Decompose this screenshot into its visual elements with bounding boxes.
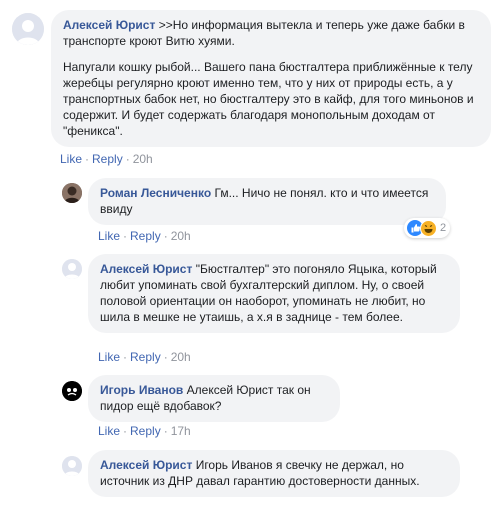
comment-actions: Like · Reply · 17h xyxy=(98,424,191,438)
reply-link[interactable]: Reply xyxy=(130,350,161,364)
comment-author[interactable]: Игорь Иванов xyxy=(100,383,183,397)
comment-bubble: Роман Лесниченко Гм... Ничо не понял. кт… xyxy=(88,178,446,225)
timestamp[interactable]: 20h xyxy=(171,350,191,364)
reactions-badge[interactable]: 2 xyxy=(404,218,451,238)
comment-text: Алексей Юрист Игорь Иванов я свечку не д… xyxy=(100,458,420,488)
comment-text: Алексей Юрист "Бюстгалтер" это погоняло … xyxy=(100,262,437,324)
reaction-count: 2 xyxy=(440,222,447,234)
comment-author[interactable]: Алексей Юрист xyxy=(100,262,192,276)
like-link[interactable]: Like xyxy=(60,152,82,166)
reply-link[interactable]: Reply xyxy=(130,424,161,438)
comment-actions: Like · Reply · 20h xyxy=(60,152,153,166)
default-avatar-icon xyxy=(12,13,44,45)
profile-photo-icon xyxy=(62,183,82,203)
reply-link[interactable]: Reply xyxy=(130,229,161,243)
comment-author[interactable]: Алексей Юрист xyxy=(63,18,155,32)
avatar[interactable] xyxy=(62,381,82,401)
reply-link[interactable]: Reply xyxy=(92,152,123,166)
comment-bubble: Алексей Юрист Игорь Иванов я свечку не д… xyxy=(88,450,460,497)
default-avatar-icon xyxy=(62,456,82,476)
timestamp[interactable]: 17h xyxy=(171,424,191,438)
comment-bubble: Алексей Юрист >>Но информация вытекла и … xyxy=(51,10,491,147)
comment-actions: Like · Reply · 20h xyxy=(98,350,191,364)
comment-bubble: Игорь Иванов Алексей Юрист так он пидор … xyxy=(88,375,340,422)
haha-icon xyxy=(420,219,437,237)
avatar[interactable] xyxy=(62,456,82,476)
avatar[interactable] xyxy=(62,183,82,203)
comment-paragraph: Напугали кошку рыбой... Вашего пана бюст… xyxy=(63,60,474,138)
comment-author[interactable]: Роман Лесниченко xyxy=(100,186,211,200)
avatar[interactable] xyxy=(62,259,82,279)
comment-author[interactable]: Алексей Юрист xyxy=(100,458,192,472)
avatar[interactable] xyxy=(12,13,44,45)
comment-bubble: Алексей Юрист "Бюстгалтер" это погоняло … xyxy=(88,254,460,333)
like-link[interactable]: Like xyxy=(98,424,120,438)
comment-text: Алексей Юрист >>Но информация вытекла и … xyxy=(63,17,479,49)
timestamp[interactable]: 20h xyxy=(133,152,153,166)
comment-actions: Like · Reply · 20h xyxy=(98,229,191,243)
comment-text: Игорь Иванов Алексей Юрист так он пидор … xyxy=(100,383,311,413)
comment-text: Роман Лесниченко Гм... Ничо не понял. кт… xyxy=(100,186,429,216)
like-link[interactable]: Like xyxy=(98,350,120,364)
default-avatar-icon xyxy=(62,259,82,279)
like-link[interactable]: Like xyxy=(98,229,120,243)
timestamp[interactable]: 20h xyxy=(171,229,191,243)
profile-photo-icon xyxy=(62,381,82,401)
